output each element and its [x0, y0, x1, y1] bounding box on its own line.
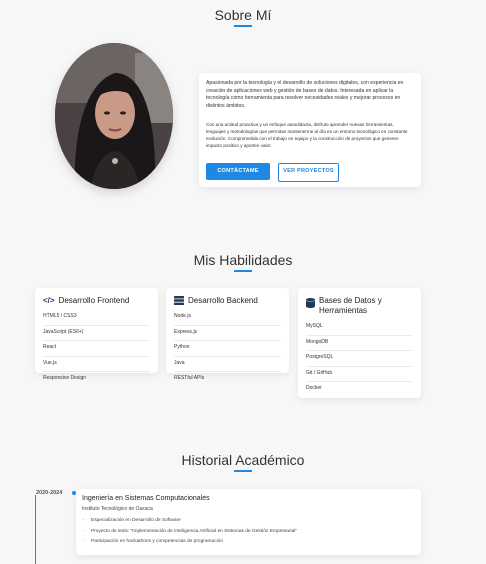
- server-icon: [174, 296, 184, 305]
- list-item: Docker: [306, 385, 322, 392]
- education-card: Ingeniería en Sistemas Computacionales I…: [76, 489, 421, 555]
- timeline-date: 2020-2024: [36, 490, 63, 496]
- skill-card-title: Bases de Datos y Herramientas: [319, 296, 382, 315]
- list-item: MongoDB: [306, 336, 413, 352]
- skill-list: HTML5 / CSS3 JavaScript (ES6+) React Vue…: [43, 310, 150, 387]
- education-details: Especialización en Desarrollo de Softwar…: [82, 516, 297, 548]
- list-item: RESTful APIs: [174, 375, 205, 382]
- skill-list: Node.js Express.js Python Java RESTful A…: [174, 310, 281, 387]
- list-item: Participación en hackathons y competenci…: [82, 537, 297, 548]
- degree-title: Ingeniería en Sistemas Computacionales: [82, 495, 210, 502]
- about-paragraph-2: Con una actitud proactiva y un enfoque a…: [206, 122, 408, 148]
- profile-portrait-image: [55, 43, 173, 189]
- timeline-line: [35, 495, 36, 564]
- profile-photo: [55, 43, 173, 189]
- code-icon: </>: [43, 296, 55, 305]
- list-item: Git / GitHub: [306, 367, 413, 383]
- skills-title-underline: [234, 270, 252, 272]
- list-item: Proyecto de tesis: "Implementación de In…: [82, 527, 297, 538]
- about-title: Sobre Mí: [214, 7, 272, 23]
- institution-name: Instituto Tecnológico de Oaxaca: [82, 506, 153, 512]
- list-item: MySQL: [306, 320, 413, 336]
- list-item: JavaScript (ES6+): [43, 326, 150, 342]
- history-title: Historial Académico: [181, 452, 305, 468]
- contact-button[interactable]: Contáctame: [206, 163, 270, 180]
- list-item: Express.js: [174, 326, 281, 342]
- skill-card-frontend: </> Desarrollo Frontend HTML5 / CSS3 Jav…: [35, 288, 158, 381]
- skill-card-databases: Bases de Datos y Herramientas MySQL Mong…: [298, 288, 421, 398]
- skill-card-title: Desarrollo Backend: [188, 296, 258, 305]
- list-item: HTML5 / CSS3: [43, 310, 150, 326]
- list-item: Java: [174, 357, 281, 373]
- timeline-dot: [72, 491, 76, 495]
- about-title-underline: [234, 25, 252, 27]
- skill-list: MySQL MongoDB PostgreSQL Git / GitHub Do…: [306, 320, 413, 397]
- skill-card-title: Desarrollo Frontend: [58, 296, 130, 305]
- list-item: Responsive Design: [43, 375, 87, 382]
- list-item: React: [43, 341, 150, 357]
- list-item: Vue.js: [43, 357, 150, 373]
- list-item: PostgreSQL: [306, 351, 413, 367]
- skills-title: Mis Habilidades: [193, 252, 293, 268]
- skill-card-backend: Desarrollo Backend Node.js Express.js Py…: [166, 288, 289, 381]
- list-item: Especialización en Desarrollo de Softwar…: [82, 516, 297, 527]
- about-card: Apasionada por la tecnología y el desarr…: [199, 73, 421, 187]
- view-projects-button[interactable]: Ver proyectos: [278, 163, 339, 182]
- about-paragraph-1: Apasionada por la tecnología y el desarr…: [206, 80, 404, 109]
- database-icon: [306, 298, 315, 308]
- list-item: Node.js: [174, 310, 281, 326]
- history-title-underline: [234, 470, 252, 472]
- list-item: Python: [174, 341, 281, 357]
